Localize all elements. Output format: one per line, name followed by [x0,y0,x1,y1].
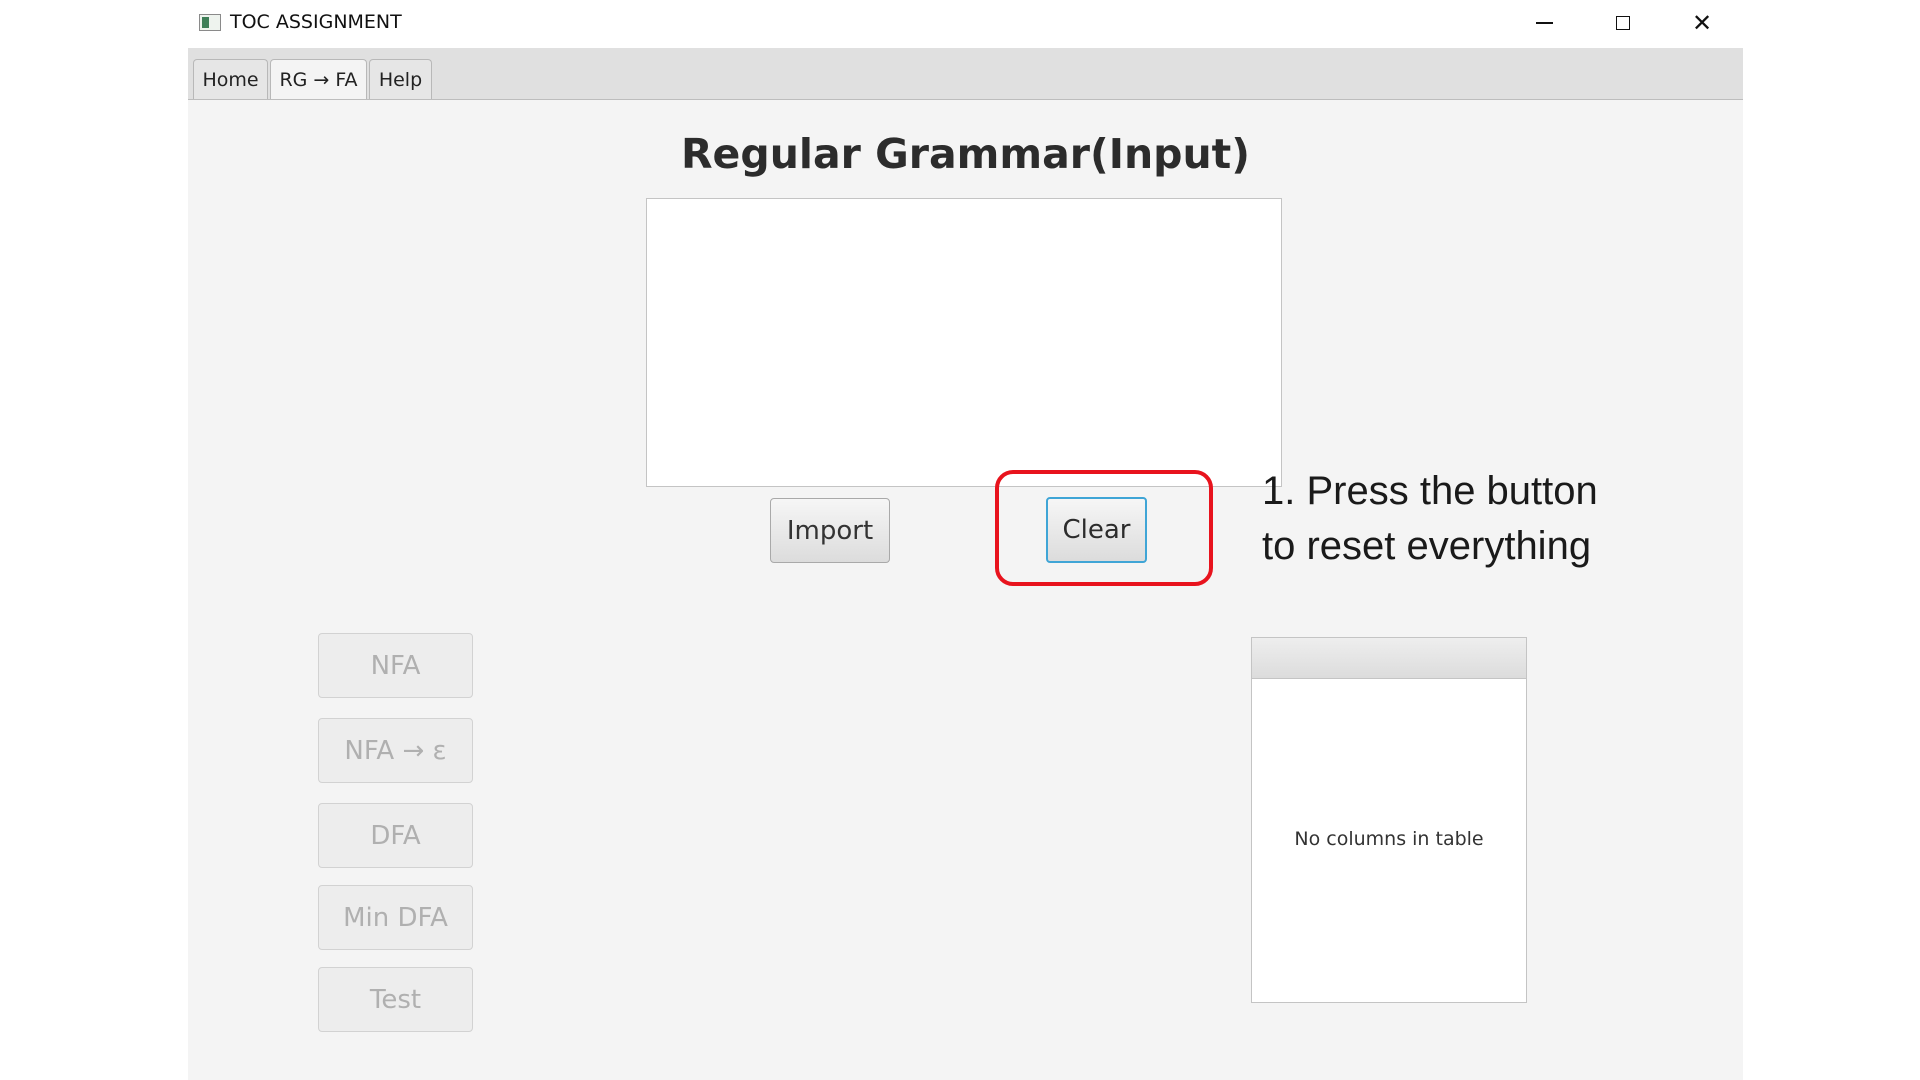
import-button[interactable]: Import [770,498,890,563]
result-table[interactable]: No columns in table [1251,637,1527,1003]
app-icon [199,14,221,31]
maximize-button[interactable] [1584,0,1662,46]
min-dfa-button[interactable]: Min DFA [318,885,473,950]
close-icon: ✕ [1691,9,1713,37]
page-title: Regular Grammar(Input) [680,130,1251,178]
nfa-epsilon-button[interactable]: NFA → ε [318,718,473,783]
maximize-icon [1616,16,1630,30]
annotation-callout: 1. Press the button to reset everything [1262,464,1598,574]
minimize-button[interactable] [1505,0,1583,46]
tab-home[interactable]: Home [193,59,268,99]
close-button[interactable]: ✕ [1663,0,1741,46]
nfa-button[interactable]: NFA [318,633,473,698]
callout-line-2: to reset everything [1262,524,1592,568]
grammar-input[interactable] [646,198,1282,487]
annotation-highlight-box [995,470,1213,586]
app-window: TOC ASSIGNMENT ✕ Home RG → FA Help Regul… [188,0,1743,1080]
minimize-icon [1535,22,1553,24]
tab-bar: Home RG → FA Help [188,48,1743,100]
title-bar[interactable]: TOC ASSIGNMENT ✕ [188,0,1743,48]
dfa-button[interactable]: DFA [318,803,473,868]
tab-help[interactable]: Help [369,59,432,99]
table-header [1252,638,1526,679]
tab-rg-to-fa[interactable]: RG → FA [270,59,367,99]
test-button[interactable]: Test [318,967,473,1032]
callout-line-1: 1. Press the button [1262,469,1598,513]
table-placeholder: No columns in table [1294,828,1484,850]
window-title: TOC ASSIGNMENT [230,11,402,33]
